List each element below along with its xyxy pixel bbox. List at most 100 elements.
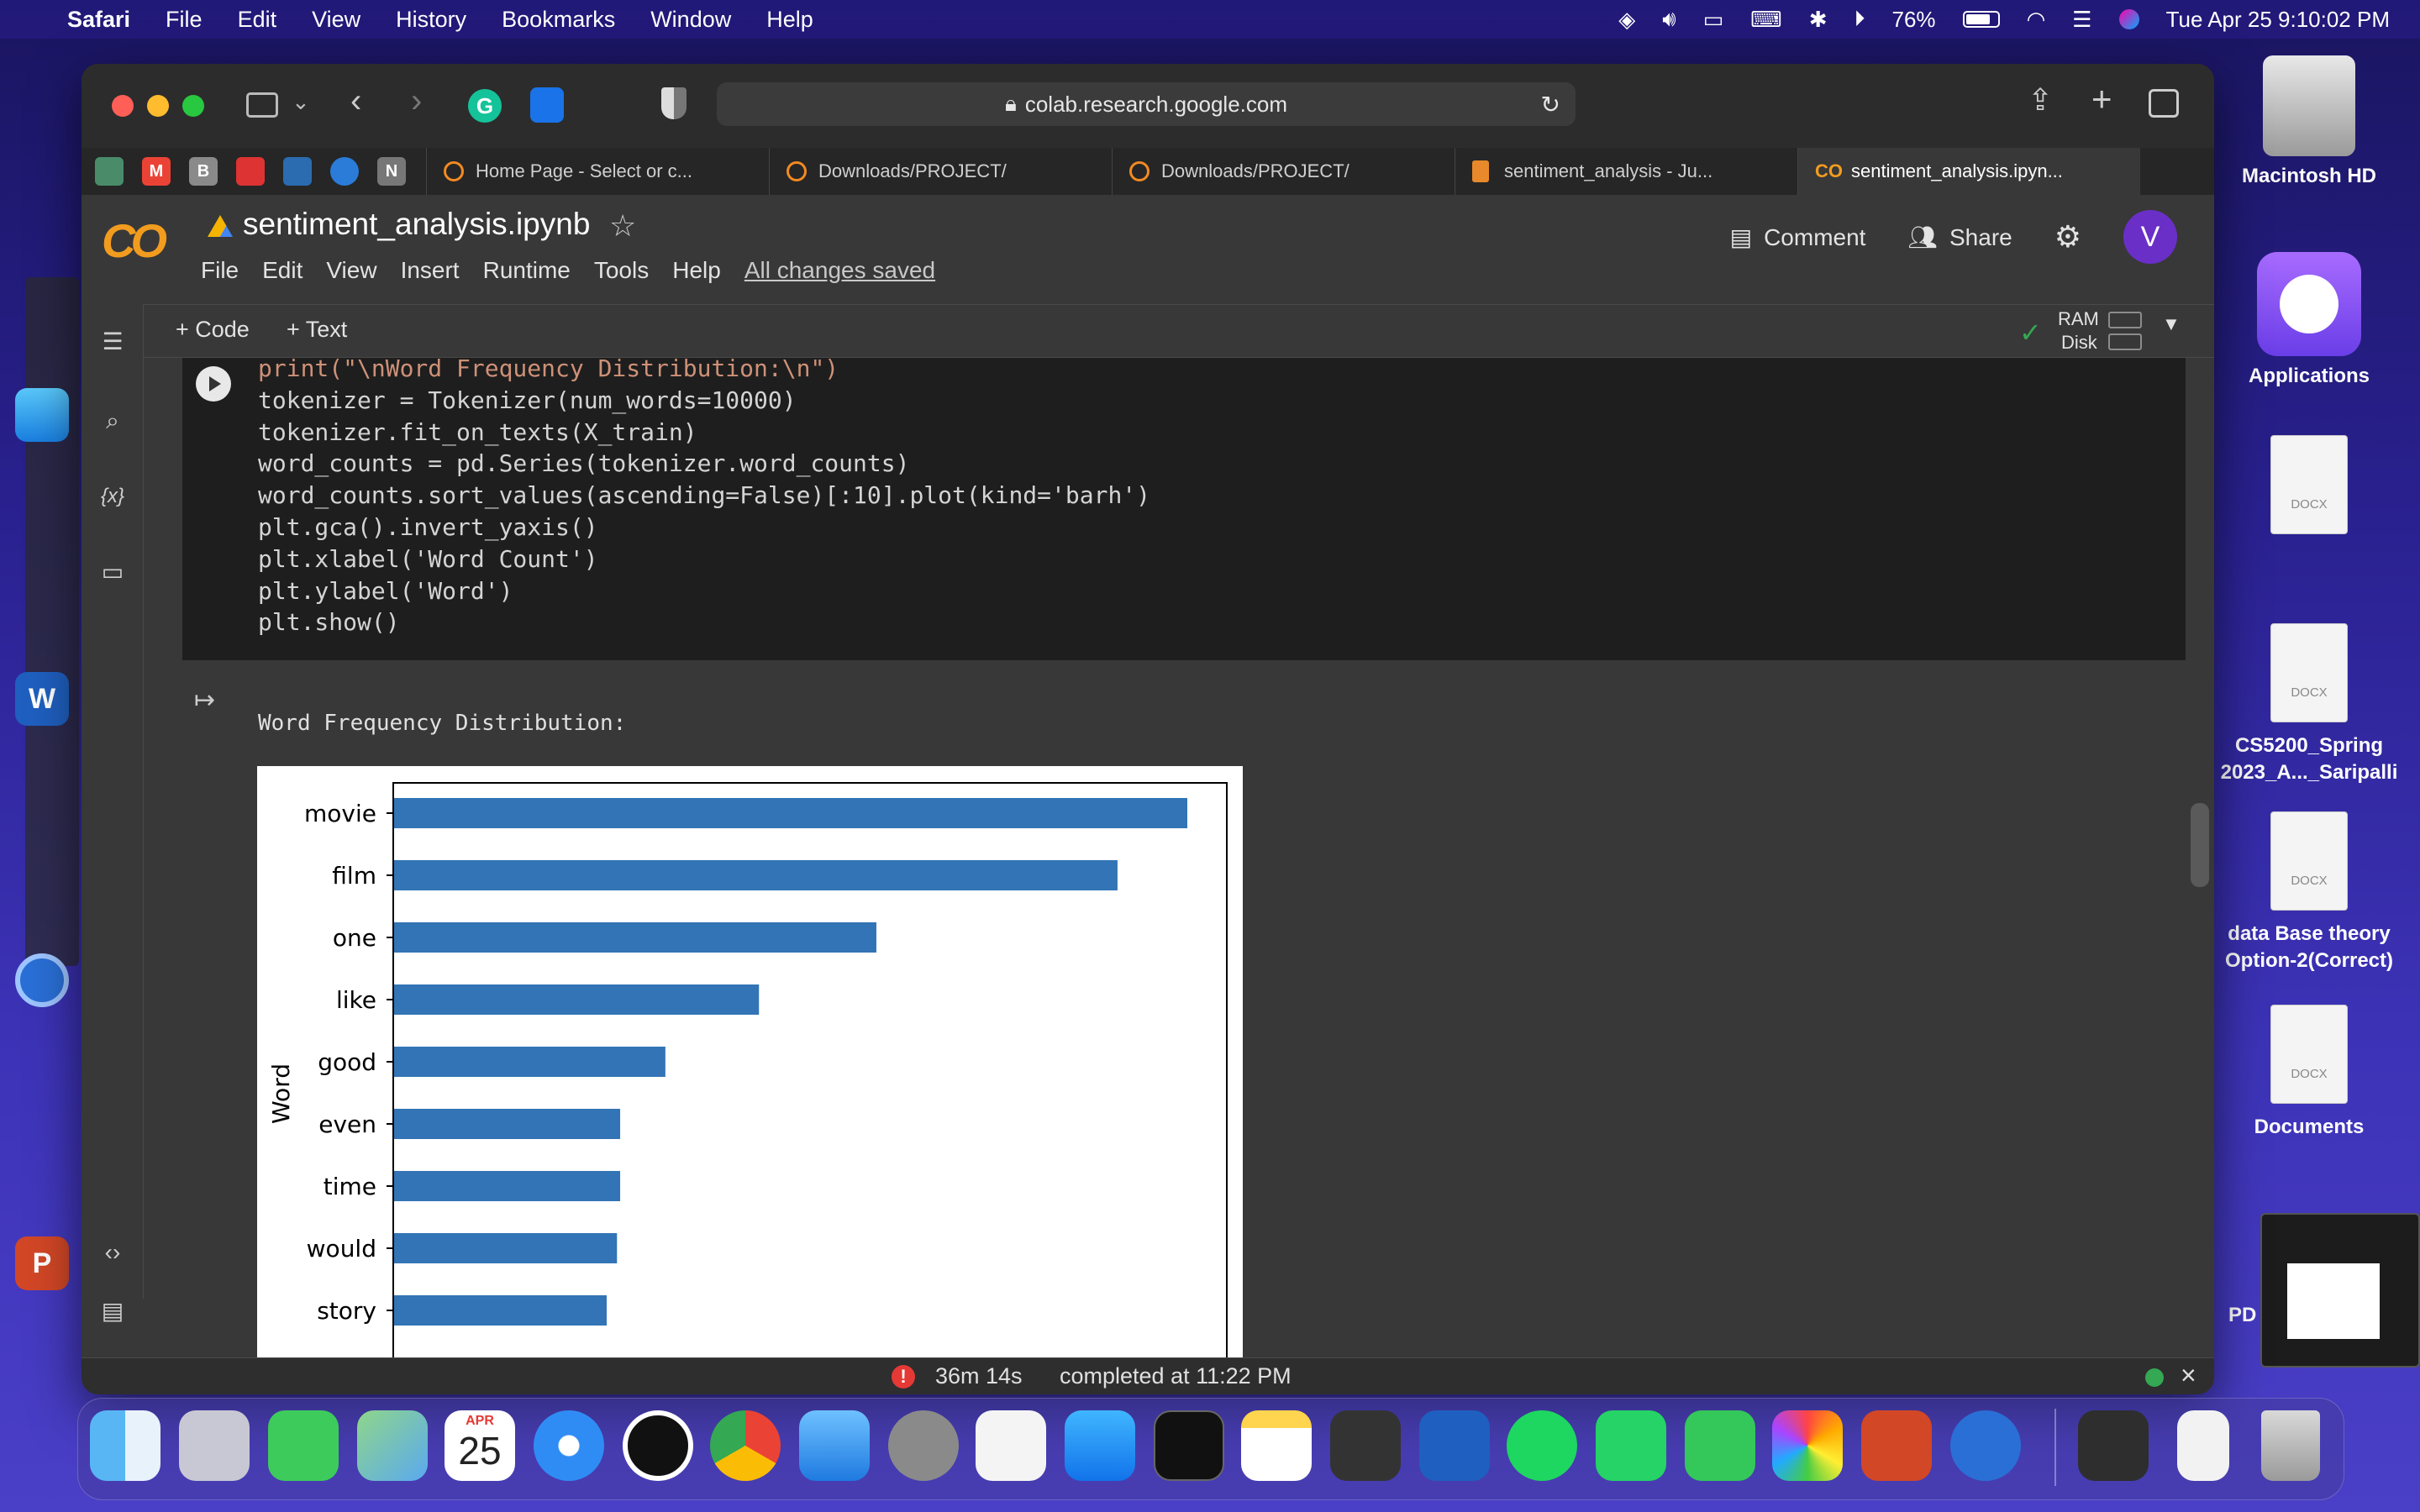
resources-dropdown-icon[interactable]: ▼	[2162, 313, 2181, 335]
menu-help[interactable]: Help	[766, 7, 813, 33]
menu-view[interactable]: View	[312, 7, 360, 33]
powerpoint-icon[interactable]	[1861, 1410, 1932, 1481]
tab-overview-icon[interactable]	[2149, 89, 2179, 118]
bookmark-favicon-4[interactable]	[283, 157, 312, 186]
siri-icon[interactable]	[2118, 9, 2139, 29]
sidebar-toggle-icon[interactable]	[246, 92, 278, 118]
reload-icon[interactable]: ↻	[1541, 91, 1560, 118]
user-avatar[interactable]: V	[2123, 210, 2177, 264]
wifi-icon[interactable]: ◠	[2027, 7, 2046, 33]
nb-menu-edit[interactable]: Edit	[262, 257, 302, 284]
add-text-button[interactable]: + Text	[287, 317, 347, 343]
table-of-contents-icon[interactable]: ☰	[97, 326, 129, 358]
word-side-icon[interactable]: W	[15, 672, 69, 726]
tab-sentiment-colab[interactable]: CO sentiment_analysis.ipyn...	[1797, 148, 2140, 195]
gmail-icon[interactable]: M	[142, 157, 171, 186]
keyboard-icon[interactable]: ⌨	[1750, 7, 1782, 33]
new-tab-icon[interactable]: +	[2091, 79, 2112, 119]
comment-button[interactable]: ▤ Comment	[1730, 223, 1866, 251]
clock-icon[interactable]	[623, 1410, 693, 1481]
search-icon[interactable]: ⌕	[97, 405, 129, 437]
control-center-icon[interactable]: ☰	[2072, 7, 2091, 33]
tab-downloads-1[interactable]: Downloads/PROJECT/	[769, 148, 1112, 195]
calculator-icon[interactable]	[1330, 1410, 1401, 1481]
desktop-icon-documents[interactable]: DOCX Documents	[2217, 1005, 2402, 1141]
messages-icon[interactable]	[1685, 1410, 1755, 1481]
add-code-button[interactable]: + Code	[176, 317, 250, 343]
system-settings-icon[interactable]	[888, 1410, 959, 1481]
bookmark-favicon-1[interactable]	[95, 157, 124, 186]
chevron-down-icon[interactable]: ⌄	[292, 89, 310, 115]
close-window-button[interactable]	[112, 95, 134, 117]
nb-menu-view[interactable]: View	[326, 257, 376, 284]
code-editor[interactable]: print("\nWord Frequency Distribution:\n"…	[258, 353, 1150, 638]
bookmark-favicon-b[interactable]: B	[189, 157, 218, 186]
forward-button[interactable]: ›	[411, 82, 422, 120]
app-store-icon[interactable]	[1065, 1410, 1135, 1481]
desktop-icon-cs5200[interactable]: DOCX CS5200_Spring 2023_A..._Saripalli	[2217, 623, 2402, 786]
volume-icon[interactable]: 🔊︎	[1662, 6, 1676, 33]
desktop-icon-pd-label[interactable]: PD	[2228, 1304, 2256, 1327]
nb-menu-tools[interactable]: Tools	[594, 257, 649, 284]
chrome-icon[interactable]	[710, 1410, 781, 1481]
zoom-window-button[interactable]	[182, 95, 204, 117]
desktop-icon-macintosh-hd[interactable]: Macintosh HD	[2217, 55, 2402, 190]
privacy-shield-icon[interactable]	[661, 87, 687, 119]
clock-text[interactable]: Tue Apr 25 9:10:02 PM	[2166, 7, 2390, 33]
finder-side-icon[interactable]	[15, 388, 69, 442]
desktop-icon-applications[interactable]: Applications	[2217, 252, 2402, 390]
calendar-icon[interactable]: APR 25	[445, 1410, 515, 1481]
layers-icon[interactable]: ◈	[1618, 7, 1635, 33]
word-icon[interactable]	[1419, 1410, 1490, 1481]
whatsapp-icon[interactable]	[1596, 1410, 1666, 1481]
safari-icon[interactable]	[534, 1410, 604, 1481]
nb-menu-runtime[interactable]: Runtime	[483, 257, 571, 284]
grammarly-icon[interactable]: G	[468, 89, 502, 123]
desktop-icon-database[interactable]: DOCX data Base theory Option-2(Correct)	[2217, 811, 2402, 974]
address-bar[interactable]: 🔒︎ colab.research.google.com ↻	[717, 82, 1576, 126]
powerpoint-side-icon[interactable]: P	[15, 1236, 69, 1290]
menu-bookmarks[interactable]: Bookmarks	[502, 7, 615, 33]
quicktime-side-icon[interactable]	[15, 953, 69, 1007]
save-status-link[interactable]: All changes saved	[744, 257, 935, 284]
variables-icon[interactable]: {x}	[97, 480, 129, 512]
nb-menu-insert[interactable]: Insert	[401, 257, 460, 284]
notebook-title[interactable]: sentiment_analysis.ipynb	[243, 207, 590, 242]
quicktime-icon[interactable]	[1950, 1410, 2021, 1481]
menu-edit[interactable]: Edit	[238, 7, 277, 33]
code-cell[interactable]: print("\nWord Frequency Distribution:\n"…	[182, 354, 2186, 660]
command-palette-icon[interactable]: ▤	[97, 1295, 129, 1327]
back-button[interactable]: ‹	[350, 82, 361, 120]
tab-downloads-2[interactable]: Downloads/PROJECT/	[1112, 148, 1455, 195]
disk-meter[interactable]	[2108, 333, 2142, 350]
spotify-icon[interactable]	[1507, 1410, 1577, 1481]
run-cell-button[interactable]	[196, 366, 231, 402]
shield-extension-icon[interactable]	[530, 87, 564, 123]
menu-app-name[interactable]: Safari	[67, 7, 130, 33]
tab-home-page[interactable]: Home Page - Select or c...	[426, 148, 769, 195]
share-button[interactable]: 👥︎ Share	[1907, 223, 2012, 251]
screenshot-thumbnail[interactable]	[2260, 1213, 2420, 1368]
launchpad-icon[interactable]	[179, 1410, 250, 1481]
colab-logo[interactable]: CO	[102, 213, 167, 268]
nb-menu-file[interactable]: File	[201, 257, 239, 284]
photos-icon[interactable]	[1772, 1410, 1843, 1481]
menu-history[interactable]: History	[396, 7, 466, 33]
bookmark-favicon-n[interactable]: N	[377, 157, 406, 186]
play-icon[interactable]: ⏵	[1854, 6, 1865, 33]
mail-icon[interactable]	[799, 1410, 870, 1481]
textedit-icon[interactable]	[976, 1410, 1046, 1481]
settings-gear-icon[interactable]: ⚙	[2054, 219, 2081, 255]
minimize-window-button[interactable]	[147, 95, 169, 117]
tab-sentiment-jupyter[interactable]: sentiment_analysis - Ju...	[1455, 148, 1797, 195]
activity-monitor-icon[interactable]	[1154, 1410, 1224, 1481]
bluetooth-icon[interactable]: ✱	[1809, 7, 1828, 33]
close-status-icon[interactable]: ×	[2181, 1360, 2196, 1391]
display-icon[interactable]: ▭	[1703, 7, 1724, 33]
maps-icon[interactable]	[357, 1410, 428, 1481]
star-icon[interactable]: ☆	[609, 208, 636, 244]
trash-icon[interactable]	[2261, 1410, 2320, 1481]
nb-menu-help[interactable]: Help	[672, 257, 721, 284]
facetime-icon[interactable]	[268, 1410, 339, 1481]
finder-icon[interactable]	[90, 1410, 160, 1481]
